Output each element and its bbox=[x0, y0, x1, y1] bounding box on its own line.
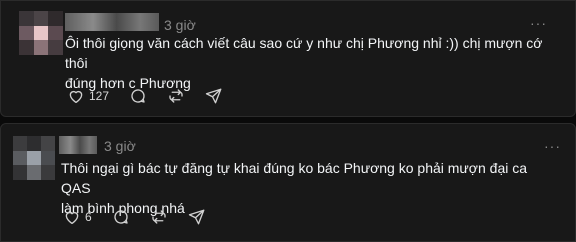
repost-button[interactable] bbox=[150, 208, 168, 226]
share-button[interactable] bbox=[205, 87, 223, 105]
heart-icon bbox=[65, 211, 79, 225]
comment-button[interactable] bbox=[112, 208, 130, 226]
action-bar: 127 bbox=[67, 87, 243, 105]
comment-icon bbox=[131, 89, 145, 103]
like-count: 127 bbox=[89, 89, 110, 103]
like-button[interactable]: 127 bbox=[67, 87, 109, 105]
comment-icon bbox=[114, 210, 128, 224]
timestamp: 3 giờ bbox=[164, 17, 196, 33]
more-options-icon[interactable]: ··· bbox=[530, 15, 547, 31]
timestamp: 3 giờ bbox=[104, 138, 136, 154]
avatar[interactable] bbox=[19, 11, 63, 55]
post-text-line: Ôi thôi giọng văn cách viết câu sao cứ y… bbox=[65, 35, 543, 71]
username-blurred[interactable] bbox=[59, 136, 97, 154]
repost-icon bbox=[152, 210, 166, 224]
repost-button[interactable] bbox=[167, 87, 185, 105]
share-icon bbox=[205, 88, 222, 104]
post-text-line: Thôi ngại gì bác tự đăng tự khai đúng ko… bbox=[61, 160, 528, 196]
share-icon bbox=[188, 209, 205, 225]
like-count: 6 bbox=[85, 210, 92, 224]
comment-button[interactable] bbox=[129, 87, 147, 105]
thread-reply-card: 3 giờ ··· Thôi ngại gì bác tự đăng tự kh… bbox=[0, 123, 576, 242]
repost-icon bbox=[169, 89, 183, 103]
post-text: Ôi thôi giọng văn cách viết câu sao cứ y… bbox=[65, 33, 545, 93]
heart-icon bbox=[69, 90, 83, 104]
like-button[interactable]: 6 bbox=[63, 208, 92, 226]
share-button[interactable] bbox=[188, 208, 206, 226]
action-bar: 6 bbox=[63, 208, 226, 226]
username-blurred[interactable] bbox=[65, 13, 159, 31]
more-options-icon[interactable]: ··· bbox=[544, 138, 561, 154]
avatar[interactable] bbox=[13, 136, 55, 180]
thread-reply-card: 3 giờ ··· Ôi thôi giọng văn cách viết câ… bbox=[0, 0, 576, 117]
